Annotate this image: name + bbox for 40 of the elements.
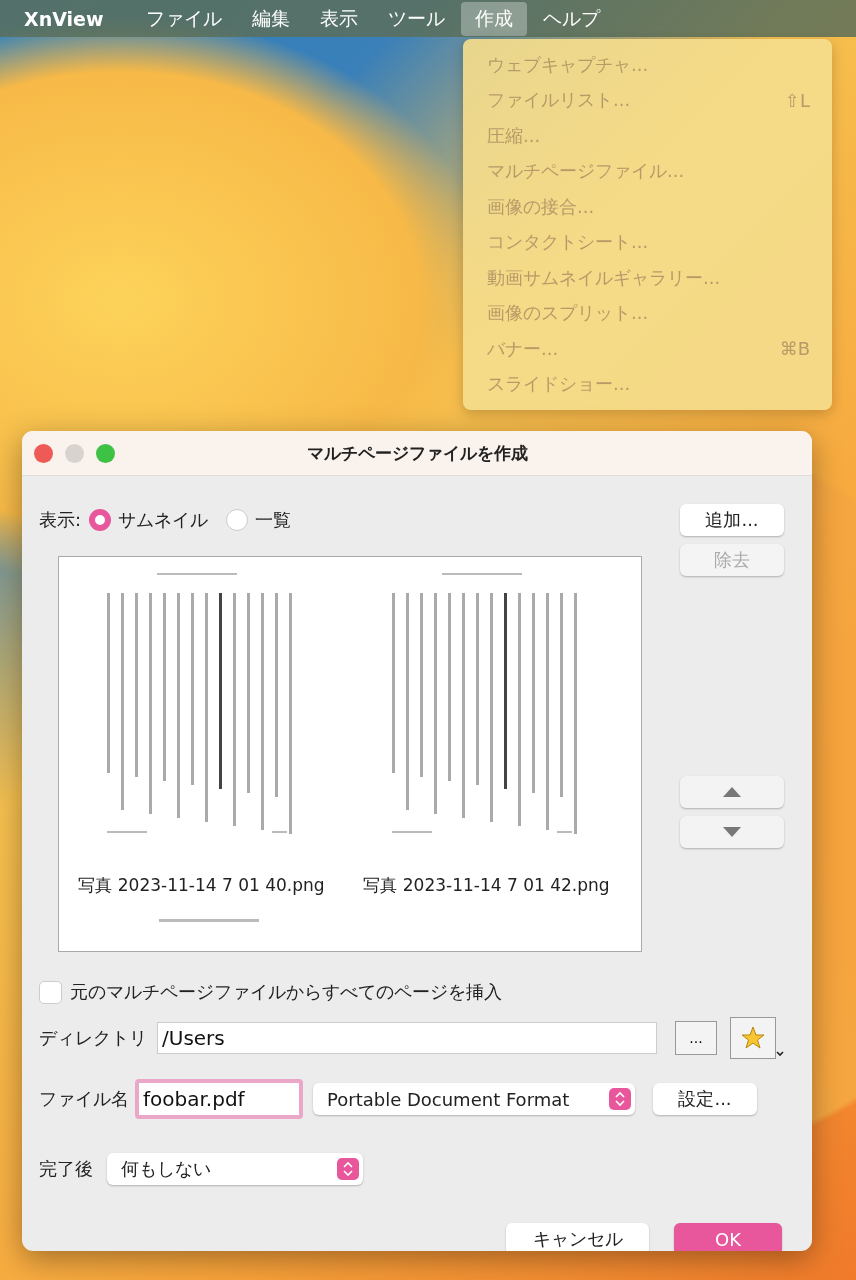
star-icon bbox=[741, 1026, 765, 1050]
move-up-button[interactable] bbox=[680, 776, 784, 808]
chevron-down-icon[interactable] bbox=[776, 1051, 784, 1057]
window-title: マルチページファイルを作成 bbox=[306, 441, 528, 465]
checkbox[interactable] bbox=[39, 980, 62, 1004]
menu-bar-item[interactable]: 編集 bbox=[237, 1, 304, 36]
menu-bar-item[interactable]: ツール bbox=[373, 1, 459, 36]
radio-label[interactable]: 一覧 bbox=[255, 508, 292, 532]
browse-button[interactable]: ... bbox=[675, 1021, 717, 1055]
after-completion-label: 完了後 bbox=[39, 1157, 93, 1181]
format-select[interactable]: Portable Document Format bbox=[313, 1083, 635, 1115]
ok-button[interactable]: OK bbox=[674, 1223, 782, 1251]
menu-bar-item[interactable]: 表示 bbox=[305, 1, 372, 36]
zoom-button[interactable] bbox=[96, 444, 115, 463]
close-button[interactable] bbox=[34, 444, 53, 463]
after-completion-select[interactable]: 何もしない bbox=[107, 1153, 363, 1185]
minimize-button[interactable] bbox=[65, 444, 84, 463]
menu-bar-item[interactable]: ファイル bbox=[131, 1, 236, 36]
checkbox-label[interactable]: 元のマルチページファイルからすべてのページを挿入 bbox=[70, 980, 502, 1004]
side-button[interactable]: 追加... bbox=[680, 504, 784, 536]
up-triangle-icon bbox=[723, 787, 741, 797]
filename-field[interactable]: foobar.pdf bbox=[135, 1079, 303, 1119]
view-label: 表示: bbox=[39, 508, 82, 532]
cancel-button[interactable]: キャンセル bbox=[506, 1223, 649, 1251]
directory-field[interactable]: /Users bbox=[157, 1022, 657, 1054]
stepper-icon bbox=[609, 1088, 631, 1110]
app-name[interactable]: XnView bbox=[0, 7, 132, 30]
thumbnail-caption: 写真 2023-11-14 7 01 40.png bbox=[78, 874, 325, 897]
stepper-icon bbox=[337, 1158, 359, 1180]
radio-button[interactable] bbox=[226, 509, 249, 531]
menu-bar-item[interactable]: ヘルプ bbox=[528, 1, 614, 36]
radio-label[interactable]: サムネイル bbox=[118, 508, 209, 532]
menu-bar-item[interactable]: 作成 bbox=[460, 1, 527, 36]
settings-button[interactable]: 設定... bbox=[653, 1083, 757, 1115]
directory-label: ディレクトリ bbox=[39, 1026, 147, 1050]
thumbnail-caption: 写真 2023-11-14 7 01 42.png bbox=[363, 874, 610, 897]
radio-button[interactable] bbox=[89, 509, 112, 531]
filename-label: ファイル名 bbox=[39, 1087, 129, 1111]
move-down-button[interactable] bbox=[680, 816, 784, 848]
down-triangle-icon bbox=[723, 827, 741, 837]
